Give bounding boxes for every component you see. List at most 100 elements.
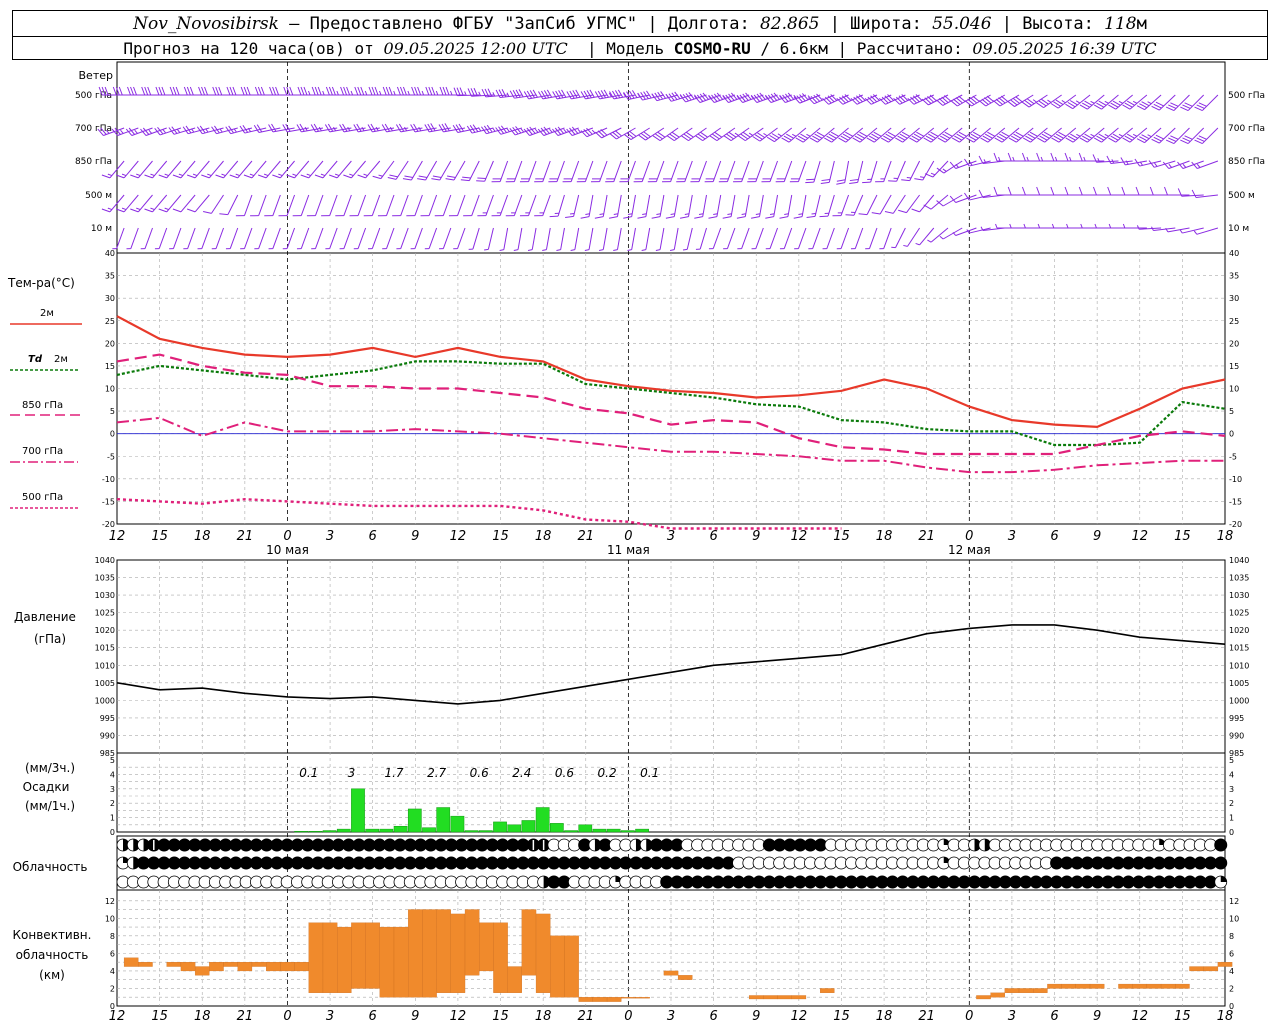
wind-barb-feather [1021,186,1026,196]
wind-barb [1151,127,1176,144]
temp-tick-label-right: 0 [1229,430,1234,439]
precip-tick-label-left: 4 [110,770,115,779]
wind-barb [939,227,963,240]
wind-barb-half-feather [363,173,368,177]
wind-barb-staff [1058,127,1077,143]
wind-barb-staff [573,194,580,217]
wind-barb-feather [360,86,365,96]
wind-barb-feather [428,86,433,96]
wind-barb-half-feather [684,213,690,215]
wind-barb-feather [1064,152,1069,162]
wind-barb-feather [385,86,390,96]
wind-barb-staff [542,194,551,216]
wind-barb-half-feather [806,133,811,137]
wind-barb [737,227,750,250]
wind-barb [647,160,665,183]
wind-barb-feather [169,86,174,96]
wind-barb-feather [836,179,846,182]
wind-barb-half-feather [120,129,124,134]
wind-barb-half-feather [792,133,797,137]
conv-cloud-bar [493,922,508,993]
wind-barb-feather [1170,135,1179,140]
wind-barb-half-feather [278,173,283,177]
wind-barb-half-feather [134,129,138,134]
wind-barb [570,227,580,251]
wind-barb [927,227,949,243]
wind-barb [372,160,395,180]
wind-barb-feather [708,216,717,219]
wind-barb-feather [1107,186,1112,196]
wind-barb [367,227,381,250]
conv-cloud-bar [791,995,807,1000]
conv-cloud-bar [1075,983,1091,989]
time-tick-label-top: 18 [876,529,893,544]
conv-tick-label-right: 0 [1229,1002,1234,1011]
wind-barb [669,227,679,251]
wind-barb-feather [201,86,206,96]
wind-barb-feather [246,86,251,96]
wind-barb-feather [141,86,146,96]
wind-barb-half-feather [1097,157,1100,163]
precip-tick-label-right: 0 [1229,828,1234,837]
wind-barb-feather [161,86,166,96]
wind-barb-staff [616,227,622,250]
wind-barb-staff [817,127,835,143]
pressure-tick-label-left: 1025 [95,609,115,618]
wind-barb-feather [580,216,590,219]
wind-barb-half-feather [527,249,533,251]
conv-cloud-bar [365,922,380,989]
wind-barb [268,123,295,133]
pressure-tick-label-right: 1020 [1229,626,1249,635]
wind-barb [186,160,210,179]
wind-barb [505,194,523,217]
wind-barb-feather [1007,186,1012,196]
legend-td-label: Td [28,354,43,365]
wind-barb-staff [826,227,835,249]
precip-bar [464,830,479,833]
wind-barb-feather [637,216,646,219]
conv-tick-label-left: 12 [105,897,115,906]
wind-barb [805,160,821,184]
wind-barb-staff [845,127,864,143]
wind-barb [736,194,750,219]
wind-barb-staff [194,194,210,213]
wind-barb-staff [744,194,750,217]
wind-barb [169,227,182,250]
wind-barb-half-feather [322,90,325,96]
conv-cloud-bar [1132,983,1148,989]
wind-barb-half-feather [577,128,582,133]
precip-3h-total: 2.7 [427,766,446,780]
wind-barb-half-feather [811,212,816,215]
wind-barb-feather [328,86,333,96]
wind-barb [392,194,409,217]
wind-barb-half-feather [1051,223,1055,229]
temp-tick-label-left: 25 [105,317,115,326]
wind-barb-staff [874,127,892,143]
wind-barb-feather [101,208,111,213]
wind-barb-feather [226,86,231,96]
wind-barb-half-feather [1032,99,1037,103]
wind-barb-half-feather [393,90,396,96]
wind-barb [964,94,991,107]
precip-tick-label-left: 5 [110,756,115,765]
wind-barb [172,160,196,179]
wind-barb-staff [655,160,665,182]
wind-barb [865,227,878,250]
wind-barb-staff [386,227,395,249]
wind-barb-staff [783,227,793,249]
wind-barb-staff [1001,127,1020,143]
wind-barb-staff [503,227,509,250]
wind-barb-half-feather [655,249,661,251]
wind-barb [949,160,977,169]
conv-tick-label-right: 6 [1229,949,1234,958]
meteogram-chart: Ветер 500 гПа 500 гПа 700 гПа 700 гПа 850 гП… [7,61,1265,1024]
wind-barb-feather [1196,137,1205,142]
conv-cloud-bar [194,966,210,976]
conv-cloud-bar [521,909,537,976]
wind-barb-half-feather [915,242,920,246]
wind-barb-feather [158,86,163,96]
conv-cloud-bar [436,909,451,993]
wind-barb-staff [414,227,423,249]
wind-barb-half-feather [598,249,604,251]
time-tick-label-top: 18 [535,529,552,544]
